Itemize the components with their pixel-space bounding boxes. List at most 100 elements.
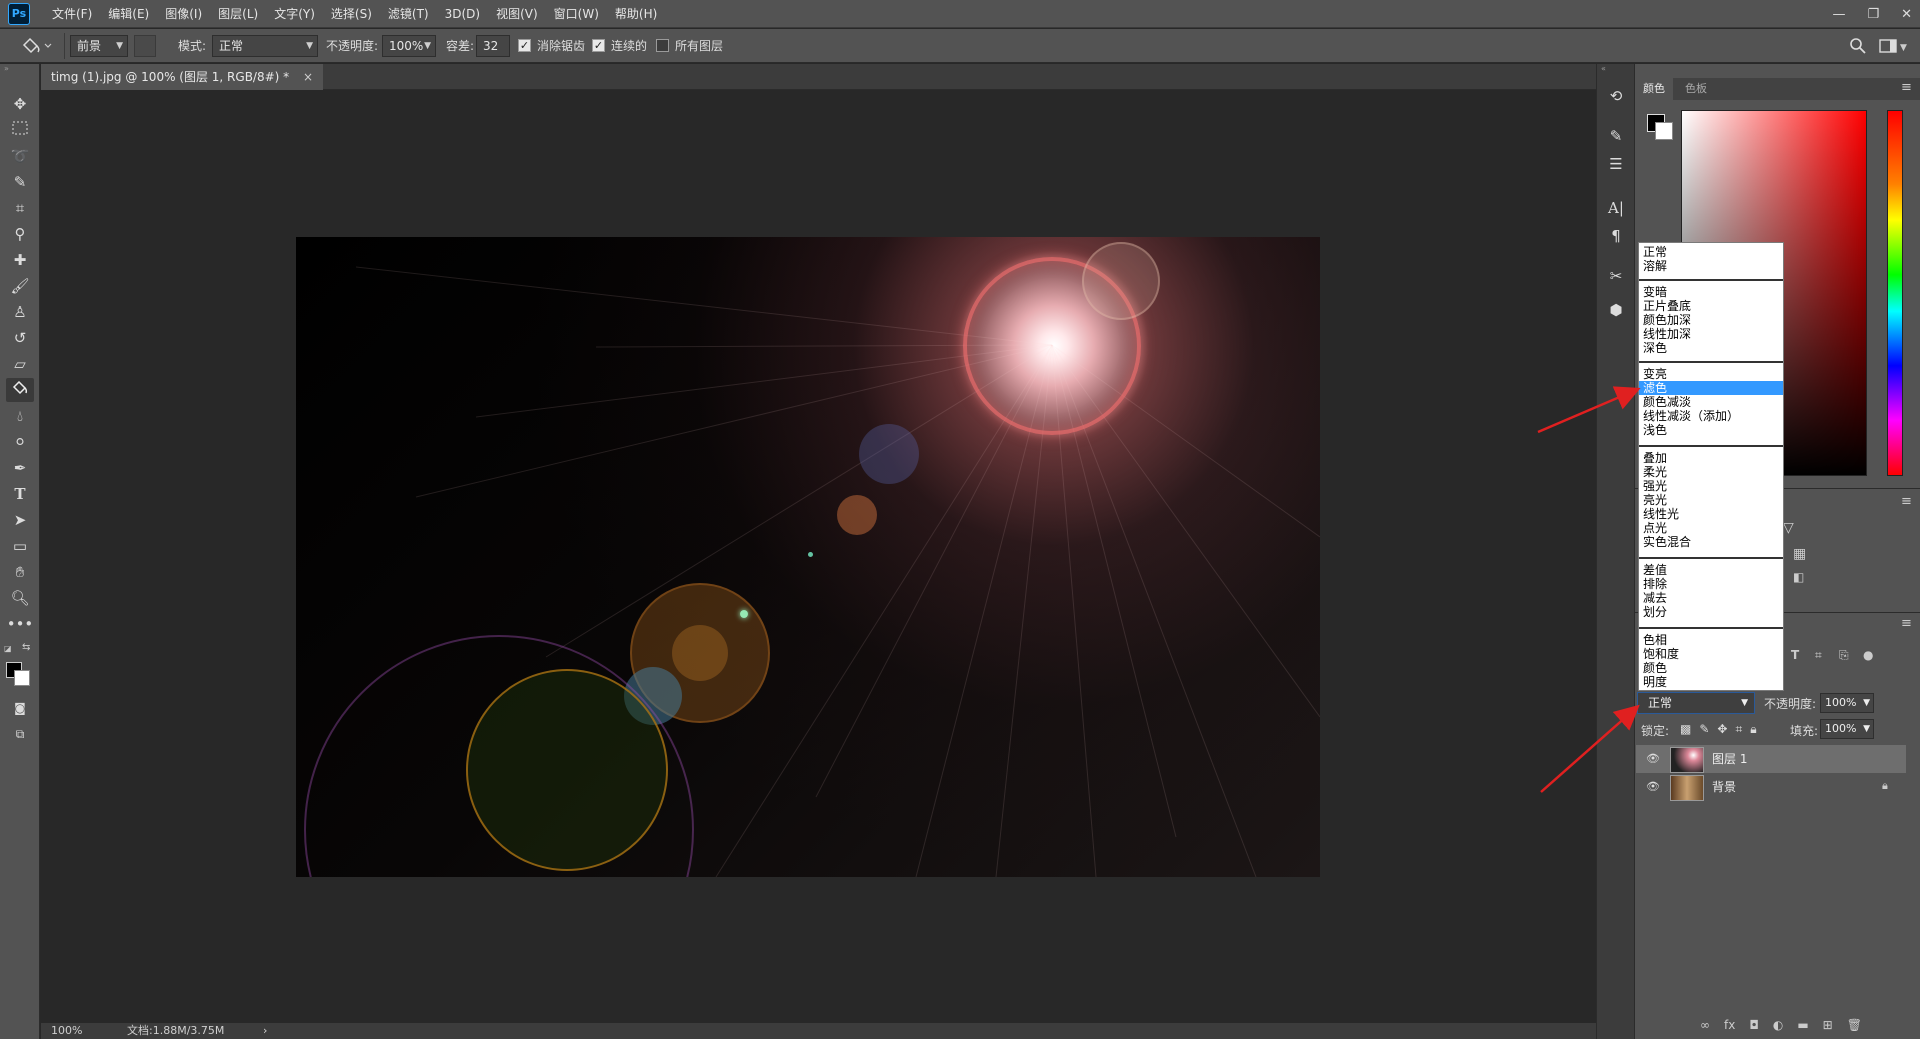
more-tools-icon[interactable]: ••• (6, 612, 34, 636)
tolerance-input[interactable]: 32 (476, 35, 510, 57)
pattern-picker[interactable] (134, 35, 156, 57)
blend-item[interactable]: 点光 (1639, 521, 1783, 535)
blend-item[interactable]: 线性加深 (1639, 327, 1783, 341)
menu-filter[interactable]: 滤镜(T) (380, 0, 437, 28)
layer-row-layer1[interactable]: 👁︎ 图层 1 (1636, 745, 1906, 773)
adjustments-icon[interactable]: ☰ (1602, 152, 1630, 176)
blend-item[interactable]: 亮光 (1639, 493, 1783, 507)
default-colors-icon[interactable]: ◪ (4, 644, 14, 654)
collapse-icon[interactable]: « (1597, 64, 1635, 74)
clone-stamp-tool-icon[interactable]: ♙ (6, 300, 34, 324)
blend-item[interactable]: 叠加 (1639, 451, 1783, 465)
blend-item[interactable]: 浅色 (1639, 423, 1783, 437)
restore-button[interactable]: ❐ (1867, 7, 1879, 22)
lock-position-icon[interactable]: ✥ (1717, 722, 1727, 738)
lasso-tool-icon[interactable]: ➰ (6, 144, 34, 168)
zoom-level[interactable]: 100% (51, 1023, 82, 1039)
tools-presets-icon[interactable]: ✂ (1602, 264, 1630, 288)
blend-item[interactable]: 强光 (1639, 479, 1783, 493)
blend-item[interactable]: 变亮 (1639, 367, 1783, 381)
close-window-button[interactable]: ✕ (1901, 7, 1912, 22)
zoom-tool-icon[interactable]: 🔍︎ (6, 586, 34, 610)
panel-menu-icon[interactable]: ≡ (1901, 494, 1912, 509)
search-icon[interactable] (1848, 36, 1868, 56)
blend-item[interactable]: 减去 (1639, 591, 1783, 605)
document-image-lens-flare[interactable] (296, 237, 1320, 877)
swap-colors-icon[interactable]: ⇆ (22, 642, 34, 654)
folder-icon[interactable]: ▬ (1797, 1018, 1808, 1036)
blend-item[interactable]: 划分 (1639, 605, 1783, 619)
blend-item[interactable]: 排除 (1639, 577, 1783, 591)
lock-all-icon[interactable]: 🔒︎ (1750, 722, 1756, 738)
quick-select-tool-icon[interactable]: ✎ (6, 170, 34, 194)
hand-tool-icon[interactable]: ✋︎ (6, 560, 34, 584)
history-brush-tool-icon[interactable]: ↺ (6, 326, 34, 350)
panel-menu-icon[interactable]: ≡ (1901, 616, 1912, 631)
menu-select[interactable]: 选择(S) (323, 0, 380, 28)
blend-item[interactable]: 溶解 (1639, 259, 1783, 273)
blend-item[interactable]: 明度 (1639, 675, 1783, 689)
trash-icon[interactable]: 🗑︎ (1847, 1018, 1862, 1036)
paint-bucket-tool-icon[interactable] (6, 378, 34, 402)
layer-opacity-input[interactable]: 100% ▼ (1820, 693, 1874, 713)
lock-pixels-icon[interactable]: ✎ (1699, 722, 1709, 738)
adjustment-gradient-icon[interactable]: ▽ (1783, 520, 1794, 536)
blend-item[interactable]: 线性光 (1639, 507, 1783, 521)
blend-item[interactable]: 饱和度 (1639, 647, 1783, 661)
menu-file[interactable]: 文件(F) (44, 0, 100, 28)
adjustment-grid-icon[interactable]: ▦ (1793, 546, 1806, 562)
layer-row-background[interactable]: 👁︎ 背景 🔒︎ (1636, 773, 1906, 801)
filter-smart-object-icon[interactable]: ⎘ (1839, 648, 1849, 663)
move-tool-icon[interactable]: ✥ (6, 92, 34, 116)
blend-item-highlighted[interactable]: 滤色 (1639, 381, 1783, 395)
tab-color[interactable]: 颜色 (1635, 78, 1673, 100)
blend-item[interactable]: 深色 (1639, 341, 1783, 355)
link-icon[interactable]: ∞ (1700, 1018, 1710, 1036)
character-panel-icon[interactable]: A| (1602, 196, 1630, 220)
adjustment-levels-icon[interactable]: ◧ (1793, 570, 1804, 584)
type-tool-icon[interactable]: T (6, 482, 34, 506)
tab-swatches[interactable]: 色板 (1677, 78, 1715, 100)
filter-shape-icon[interactable]: ⌗ (1815, 648, 1822, 663)
menu-type[interactable]: 文字(Y) (266, 0, 323, 28)
eraser-tool-icon[interactable]: ▱ (6, 352, 34, 376)
close-tab-icon[interactable]: × (303, 70, 313, 84)
blend-item[interactable]: 变暗 (1639, 285, 1783, 299)
filter-toggle-icon[interactable]: ● (1863, 648, 1873, 662)
opacity-input[interactable]: 100% ▼ (382, 35, 436, 57)
blend-item[interactable]: 正片叠底 (1639, 299, 1783, 313)
workspace-icon[interactable] (1878, 36, 1898, 56)
document-tab[interactable]: timg (1).jpg @ 100% (图层 1, RGB/8#) * × (41, 64, 324, 90)
menu-help[interactable]: 帮助(H) (607, 0, 665, 28)
blend-item[interactable]: 正常 (1639, 245, 1783, 259)
screen-mode-icon[interactable]: ⧉ (6, 722, 34, 746)
menu-window[interactable]: 窗口(W) (546, 0, 607, 28)
layer-fill-input[interactable]: 100% ▼ (1820, 719, 1874, 739)
blur-tool-icon[interactable]: 💧︎ (6, 404, 34, 428)
menu-view[interactable]: 视图(V) (488, 0, 546, 28)
blend-item[interactable]: 色相 (1639, 633, 1783, 647)
path-selection-tool-icon[interactable]: ➤ (6, 508, 34, 532)
menu-edit[interactable]: 编辑(E) (100, 0, 157, 28)
fx-icon[interactable]: fx (1724, 1018, 1735, 1036)
status-menu-arrow[interactable]: › (263, 1023, 267, 1039)
menu-3d[interactable]: 3D(D) (437, 0, 488, 28)
dodge-tool-icon[interactable]: ⚪︎ (6, 430, 34, 454)
quick-mask-icon[interactable]: ◙ (6, 696, 34, 720)
lock-artboard-icon[interactable]: ⌗ (1735, 722, 1742, 738)
history-panel-icon[interactable]: ⟲ (1602, 84, 1630, 108)
menu-layer[interactable]: 图层(L) (210, 0, 266, 28)
layer-name[interactable]: 图层 1 (1712, 745, 1747, 773)
crop-tool-icon[interactable]: ⌗ (6, 196, 34, 220)
eyedropper-tool-icon[interactable]: ⚲ (6, 222, 34, 246)
blend-item[interactable]: 颜色 (1639, 661, 1783, 675)
collapse-icon[interactable]: » (0, 64, 40, 74)
fill-source-select[interactable]: 前景 ▼ (70, 35, 128, 57)
panel-menu-icon[interactable]: ≡ (1901, 80, 1912, 95)
blend-item[interactable]: 差值 (1639, 563, 1783, 577)
brush-settings-icon[interactable]: ✎ (1602, 124, 1630, 148)
paint-bucket-preset-icon[interactable] (18, 36, 54, 56)
mode-select[interactable]: 正常 ▼ (212, 35, 318, 57)
visibility-eye-icon[interactable]: 👁︎ (1646, 780, 1660, 794)
blend-item[interactable]: 线性减淡（添加） (1639, 409, 1783, 423)
